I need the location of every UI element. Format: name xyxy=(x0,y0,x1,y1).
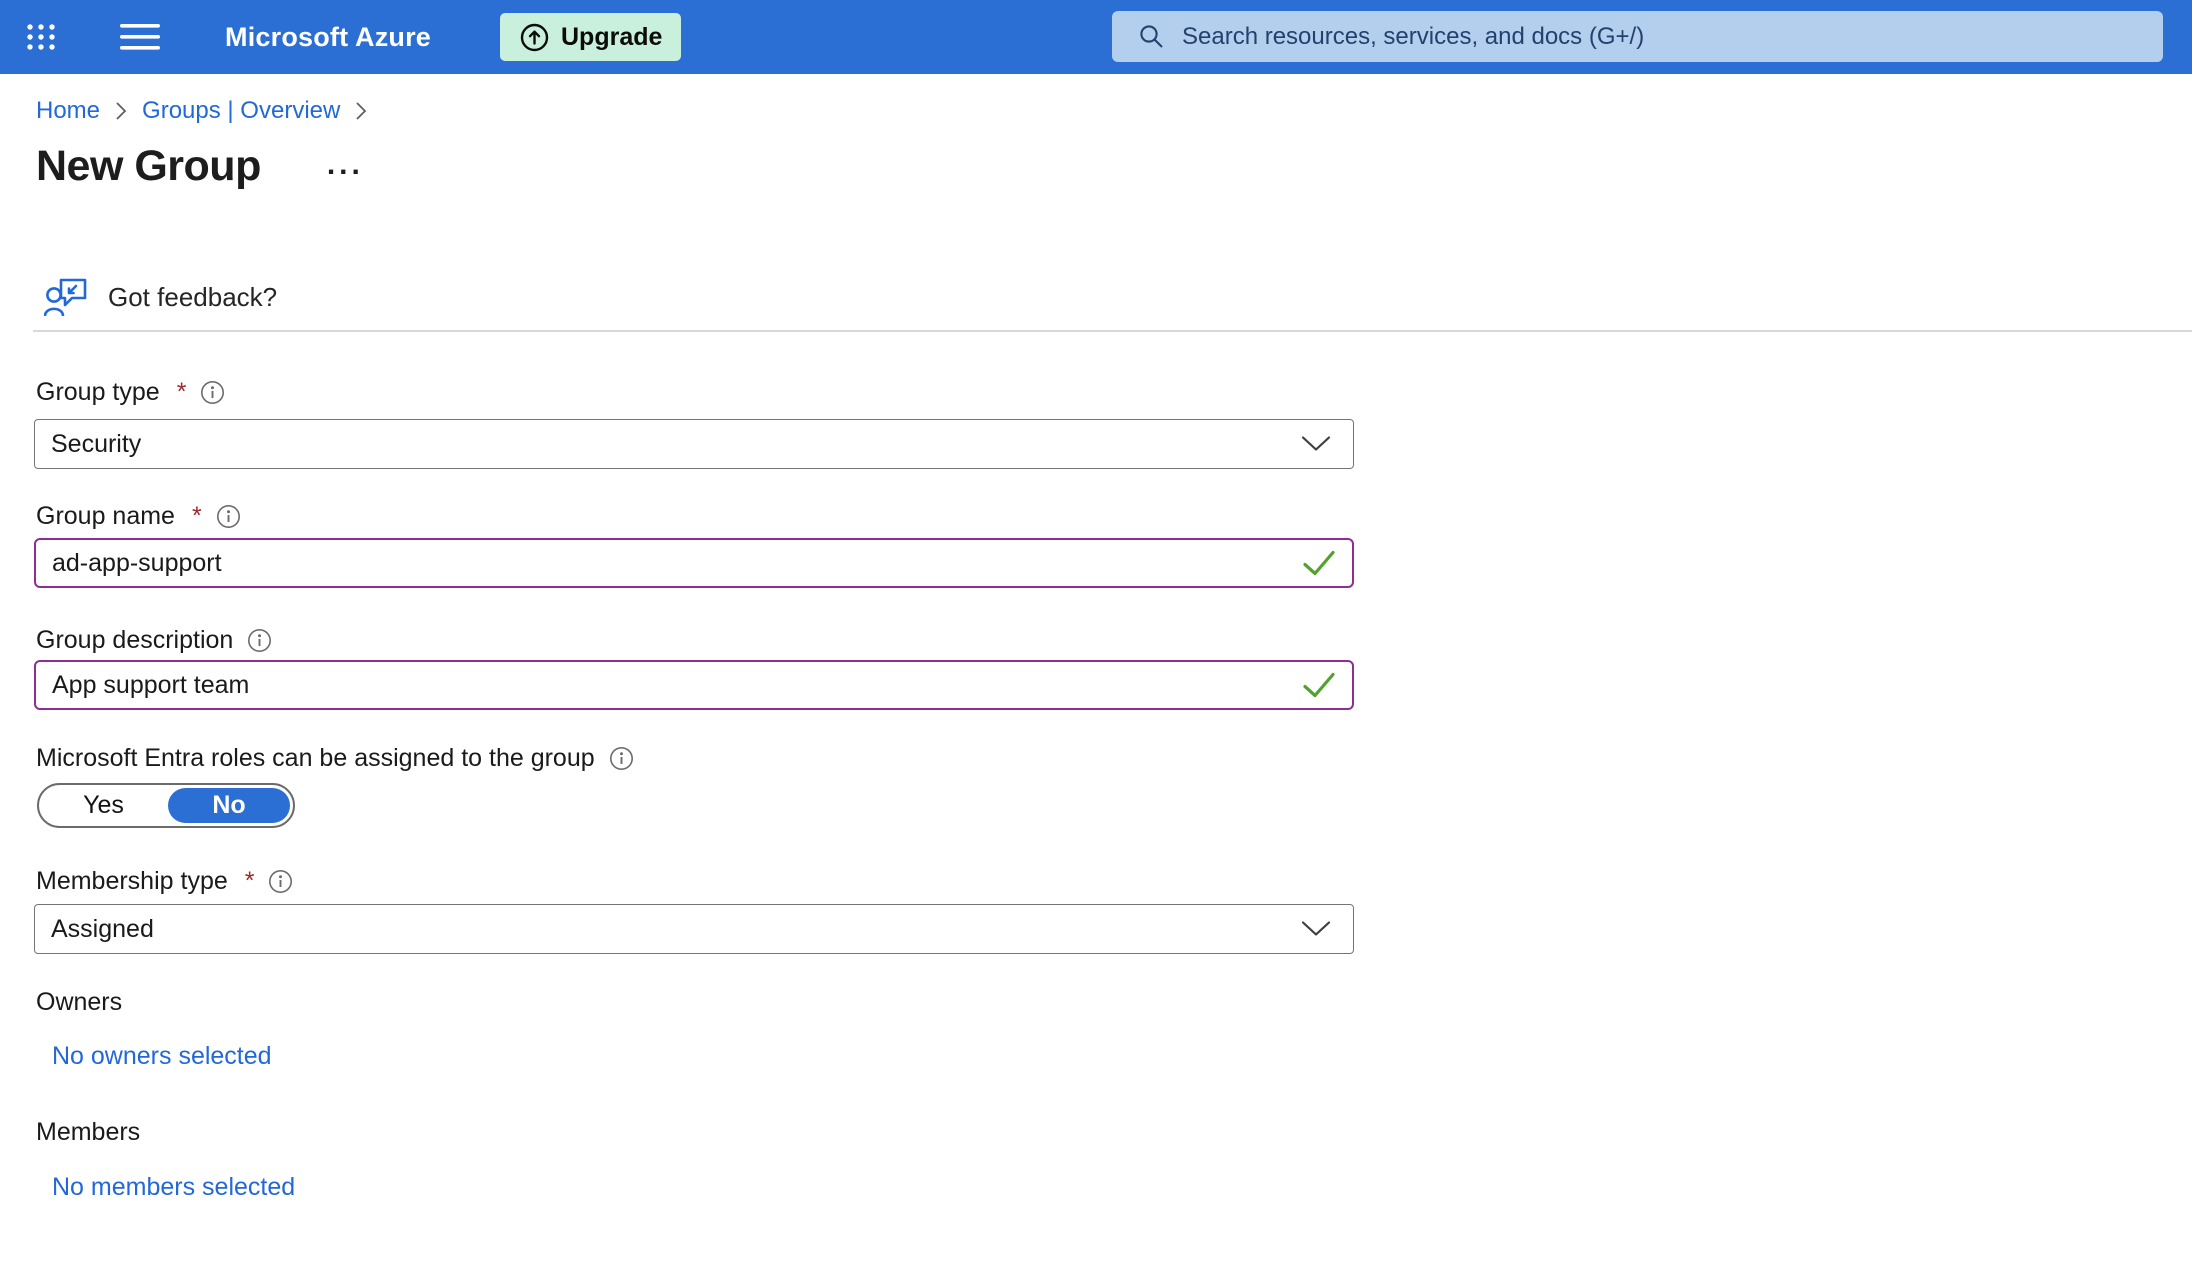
group-description-input[interactable] xyxy=(36,662,1352,708)
breadcrumb-chevron-icon xyxy=(114,99,128,123)
toggle-option-no[interactable]: No xyxy=(168,788,290,823)
group-description-field xyxy=(34,660,1354,710)
info-icon[interactable] xyxy=(609,746,634,771)
info-icon[interactable] xyxy=(216,504,241,529)
group-type-label-row: Group type * xyxy=(36,378,225,407)
page-title: New Group xyxy=(36,142,261,191)
valid-check-icon xyxy=(1302,550,1336,577)
group-name-field xyxy=(34,538,1354,588)
section-divider xyxy=(33,330,2192,332)
group-description-label: Group description xyxy=(36,626,233,655)
group-name-input[interactable] xyxy=(36,540,1352,586)
group-description-label-row: Group description xyxy=(36,626,272,655)
app-launcher-button[interactable] xyxy=(12,0,70,74)
membership-type-label: Membership type xyxy=(36,867,228,896)
required-marker: * xyxy=(245,867,255,896)
info-icon[interactable] xyxy=(268,869,293,894)
hamburger-icon xyxy=(120,22,160,52)
breadcrumb-chevron-icon xyxy=(354,99,368,123)
group-type-label: Group type xyxy=(36,378,160,407)
valid-check-icon xyxy=(1302,672,1336,699)
no-members-selected-link[interactable]: No members selected xyxy=(52,1173,295,1202)
more-options-button[interactable]: ... xyxy=(327,150,364,180)
toggle-option-yes[interactable]: Yes xyxy=(39,791,168,820)
required-marker: * xyxy=(177,378,187,407)
group-type-value: Security xyxy=(51,430,141,459)
required-marker: * xyxy=(192,502,202,531)
hamburger-menu-button[interactable] xyxy=(110,0,170,74)
breadcrumb-home-link[interactable]: Home xyxy=(36,97,100,125)
group-type-select[interactable]: Security xyxy=(34,419,1354,469)
waffle-grid-icon xyxy=(25,21,57,53)
membership-type-value: Assigned xyxy=(51,915,154,944)
members-label: Members xyxy=(36,1118,140,1147)
title-row: New Group ... xyxy=(36,142,364,191)
info-icon[interactable] xyxy=(200,380,225,405)
global-search-box[interactable] xyxy=(1112,11,2163,62)
upgrade-label: Upgrade xyxy=(561,23,662,52)
breadcrumb: Home Groups | Overview xyxy=(36,97,368,125)
entra-roles-label-row: Microsoft Entra roles can be assigned to… xyxy=(36,744,634,773)
no-owners-selected-link[interactable]: No owners selected xyxy=(52,1042,272,1071)
group-name-label-row: Group name * xyxy=(36,502,241,531)
search-input[interactable] xyxy=(1180,22,2163,52)
feedback-person-icon xyxy=(44,276,90,318)
got-feedback-button[interactable]: Got feedback? xyxy=(44,276,277,318)
entra-roles-label: Microsoft Entra roles can be assigned to… xyxy=(36,744,595,773)
owners-label: Owners xyxy=(36,988,122,1017)
info-icon[interactable] xyxy=(247,628,272,653)
chevron-down-icon xyxy=(1301,921,1331,938)
upgrade-arrow-icon xyxy=(519,22,550,53)
membership-type-select[interactable]: Assigned xyxy=(34,904,1354,954)
top-bar: Microsoft Azure Upgrade xyxy=(0,0,2192,74)
group-name-label: Group name xyxy=(36,502,175,531)
breadcrumb-groups-overview-link[interactable]: Groups | Overview xyxy=(142,97,340,125)
brand-title[interactable]: Microsoft Azure xyxy=(225,0,431,74)
azure-portal-page: Microsoft Azure Upgrade Home Groups | Ov… xyxy=(0,0,2192,1266)
membership-type-label-row: Membership type * xyxy=(36,867,293,896)
got-feedback-label: Got feedback? xyxy=(108,282,277,313)
search-icon xyxy=(1138,23,1165,50)
chevron-down-icon xyxy=(1301,436,1331,453)
entra-roles-toggle: Yes No xyxy=(37,783,295,828)
upgrade-button[interactable]: Upgrade xyxy=(500,13,681,61)
